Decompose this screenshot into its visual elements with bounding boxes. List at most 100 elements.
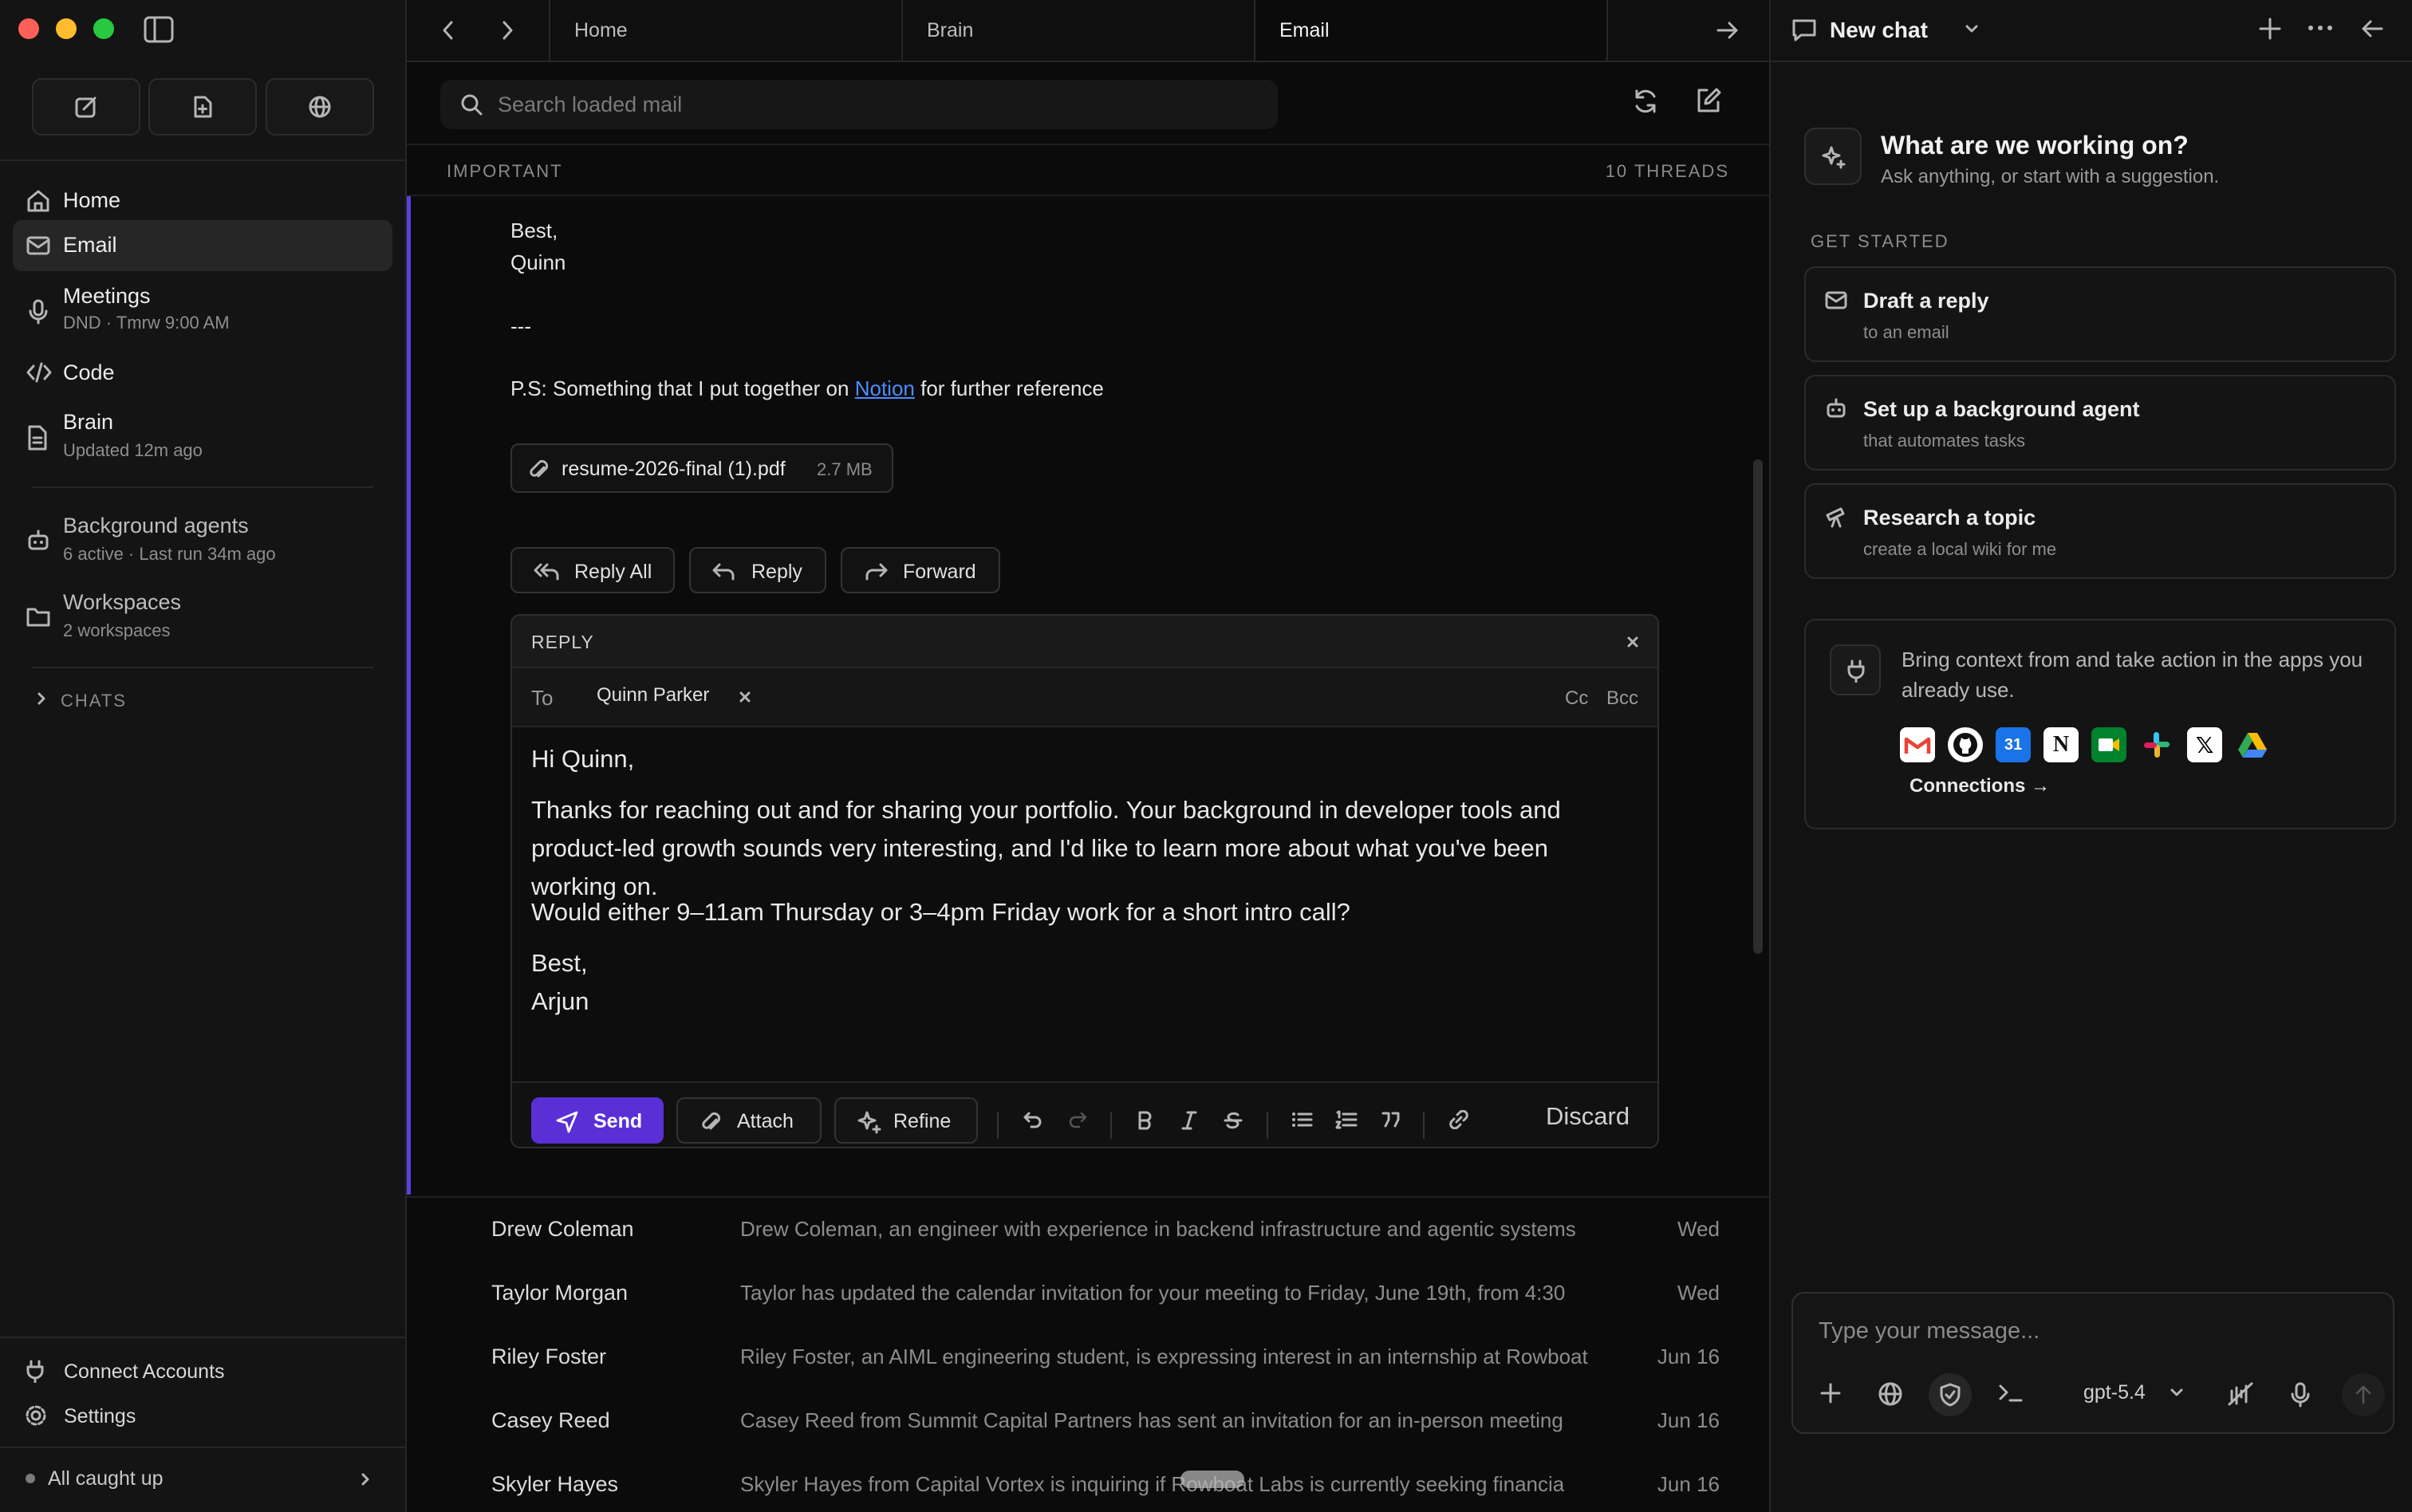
forward-button[interactable]: Forward bbox=[841, 547, 1000, 593]
chats-section-toggle[interactable]: CHATS bbox=[32, 687, 271, 711]
google-drive-icon[interactable] bbox=[2235, 727, 2270, 762]
refresh-icon[interactable] bbox=[1630, 86, 1661, 116]
chat-subheading: Ask anything, or start with a suggestion… bbox=[1881, 166, 2220, 187]
tab-email[interactable]: Email bbox=[1254, 0, 1606, 61]
arrow-left-icon[interactable] bbox=[2359, 16, 2385, 41]
suggestion-title: Research a topic bbox=[1863, 506, 2036, 530]
message-input[interactable] bbox=[1819, 1311, 2361, 1351]
close-window-button[interactable] bbox=[18, 18, 39, 39]
browser-button[interactable] bbox=[266, 78, 374, 136]
chat-selector[interactable]: New chat bbox=[1791, 13, 1983, 48]
reply-recipients: To Quinn Parker Cc Bcc bbox=[512, 668, 1657, 727]
bold-icon[interactable] bbox=[1136, 1110, 1153, 1131]
arrow-right-icon[interactable] bbox=[1715, 18, 1740, 43]
thread-row[interactable]: Riley Foster Riley Foster, an AIML engin… bbox=[407, 1325, 1747, 1389]
google-calendar-icon[interactable]: 31 bbox=[1996, 727, 2031, 762]
safe-mode-toggle[interactable] bbox=[1929, 1373, 1972, 1416]
thread-row[interactable]: Taylor Morgan Taylor has updated the cal… bbox=[407, 1262, 1747, 1325]
reply-all-button[interactable]: Reply All bbox=[510, 547, 675, 593]
undo-icon[interactable] bbox=[1023, 1110, 1043, 1129]
new-note-button[interactable] bbox=[32, 78, 140, 136]
gmail-icon[interactable] bbox=[1900, 727, 1935, 762]
microphone-icon[interactable] bbox=[2289, 1381, 2312, 1408]
sidebar-item-email[interactable]: Email bbox=[13, 220, 392, 271]
suggestion-subtitle: to an email bbox=[1863, 322, 1949, 342]
sparkles-icon bbox=[857, 1111, 881, 1134]
thread-snippet: Skyler Hayes from Capital Vortex is inqu… bbox=[740, 1472, 1565, 1496]
suggestion-background-agent[interactable]: Set up a background agent that automates… bbox=[1804, 375, 2396, 471]
back-arrow-icon[interactable] bbox=[440, 18, 456, 43]
assistant-avatar bbox=[1804, 128, 1862, 185]
send-message-button[interactable] bbox=[2342, 1373, 2385, 1416]
model-selector[interactable]: gpt-5.4 bbox=[2083, 1375, 2195, 1410]
reply-button[interactable]: Reply bbox=[689, 547, 826, 593]
microphone-icon bbox=[29, 299, 48, 325]
numbered-list-icon[interactable] bbox=[1335, 1110, 1358, 1129]
google-meet-icon[interactable] bbox=[2091, 727, 2126, 762]
sidebar-item-meetings[interactable]: Meetings DND · Tmrw 9:00 AM bbox=[13, 279, 392, 343]
forward-arrow-icon[interactable] bbox=[499, 18, 515, 43]
send-button[interactable]: Send bbox=[531, 1097, 664, 1144]
reply-body-editor[interactable]: Hi Quinn, Thanks for reaching out and fo… bbox=[512, 729, 1657, 1081]
sidebar-toggle-icon[interactable] bbox=[144, 16, 174, 43]
plus-icon[interactable] bbox=[1819, 1381, 1843, 1405]
tab-label: Brain bbox=[927, 18, 974, 41]
recipient-chip[interactable]: Quinn Parker bbox=[597, 678, 759, 715]
reply-title: REPLY bbox=[531, 632, 594, 652]
link-icon[interactable] bbox=[1447, 1110, 1471, 1129]
connections-link[interactable]: Connections → bbox=[1910, 775, 2050, 797]
home-icon bbox=[27, 190, 49, 212]
attach-button[interactable]: Attach bbox=[676, 1097, 822, 1144]
italic-icon[interactable] bbox=[1180, 1110, 1198, 1131]
notion-icon[interactable]: N bbox=[2044, 727, 2079, 762]
send-label: Send bbox=[593, 1110, 643, 1132]
zoom-window-button[interactable] bbox=[93, 18, 114, 39]
github-icon[interactable] bbox=[1948, 727, 1983, 762]
thread-row[interactable]: Casey Reed Casey Reed from Summit Capita… bbox=[407, 1389, 1747, 1453]
thread-row[interactable]: Drew Coleman Drew Coleman, an engineer w… bbox=[407, 1198, 1747, 1262]
more-icon[interactable] bbox=[2307, 22, 2334, 33]
sync-status-row[interactable]: All caught up bbox=[24, 1463, 383, 1494]
sidebar-item-label: Home bbox=[63, 188, 121, 212]
sidebar-item-home[interactable]: Home bbox=[13, 177, 392, 226]
thread-date: Jun 16 bbox=[1657, 1472, 1720, 1496]
sidebar-item-code[interactable]: Code bbox=[13, 349, 392, 399]
chat-composer: gpt-5.4 bbox=[1791, 1292, 2394, 1434]
compose-icon[interactable] bbox=[1694, 86, 1723, 115]
bullet-list-icon[interactable] bbox=[1291, 1110, 1313, 1129]
suggestion-draft-reply[interactable]: Draft a reply to an email bbox=[1804, 266, 2396, 362]
x-icon[interactable]: 𝕏 bbox=[2187, 727, 2222, 762]
redo-icon[interactable] bbox=[1067, 1110, 1088, 1129]
refine-button[interactable]: Refine bbox=[834, 1097, 978, 1144]
bcc-toggle[interactable]: Bcc bbox=[1606, 687, 1638, 710]
tab-home[interactable]: Home bbox=[549, 0, 901, 61]
search-input[interactable] bbox=[498, 80, 1263, 129]
terminal-icon[interactable] bbox=[1997, 1381, 2024, 1405]
voice-off-icon[interactable] bbox=[2227, 1381, 2254, 1407]
sidebar-item-background-agents[interactable]: Background agents 6 active · Last run 34… bbox=[13, 509, 392, 574]
new-document-button[interactable] bbox=[148, 78, 257, 136]
thread-row[interactable]: Skyler Hayes Skyler Hayes from Capital V… bbox=[407, 1453, 1747, 1512]
discard-button[interactable]: Discard bbox=[1546, 1102, 1630, 1131]
suggestion-research-topic[interactable]: Research a topic create a local wiki for… bbox=[1804, 483, 2396, 579]
connect-accounts-link[interactable]: Connect Accounts bbox=[24, 1356, 375, 1388]
tab-brain[interactable]: Brain bbox=[901, 0, 1254, 61]
settings-link[interactable]: Settings bbox=[24, 1400, 375, 1432]
close-icon[interactable] bbox=[1626, 635, 1640, 649]
notion-link[interactable]: Notion bbox=[855, 376, 915, 400]
sidebar-item-brain[interactable]: Brain Updated 12m ago bbox=[13, 405, 392, 471]
sidebar-item-workspaces[interactable]: Workspaces 2 workspaces bbox=[13, 585, 392, 651]
slack-icon[interactable] bbox=[2139, 727, 2174, 762]
thread-date: Jun 16 bbox=[1657, 1345, 1720, 1368]
thread-date: Wed bbox=[1677, 1281, 1720, 1305]
suggestion-subtitle: create a local wiki for me bbox=[1863, 539, 2057, 559]
attachment-chip[interactable]: resume-2026-final (1).pdf 2.7 MB bbox=[510, 443, 893, 493]
plus-icon[interactable] bbox=[2257, 16, 2283, 41]
quote-icon[interactable] bbox=[1380, 1110, 1402, 1129]
strikethrough-icon[interactable] bbox=[1224, 1110, 1243, 1131]
globe-icon[interactable] bbox=[1878, 1381, 1903, 1407]
cc-toggle[interactable]: Cc bbox=[1565, 687, 1588, 710]
remove-recipient-icon[interactable] bbox=[739, 691, 751, 703]
scrollbar-thumb[interactable] bbox=[1753, 459, 1763, 954]
minimize-window-button[interactable] bbox=[56, 18, 77, 39]
